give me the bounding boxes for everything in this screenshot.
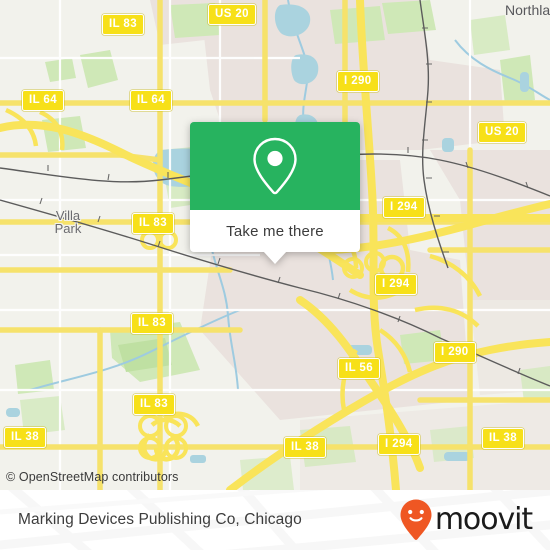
popup-header	[190, 122, 360, 210]
moovit-logo[interactable]: moovit	[399, 498, 533, 542]
footer-bar: Marking Devices Publishing Co, Chicago m…	[0, 490, 550, 550]
shield-il-56: IL 56	[338, 358, 380, 379]
shield-il-83-bottom: IL 83	[133, 394, 175, 415]
moovit-smiley-pin-icon	[400, 499, 432, 540]
osm-attribution[interactable]: © OpenStreetMap contributors	[6, 470, 179, 484]
shield-us-20-top: US 20	[208, 4, 256, 25]
shield-il-64-west: IL 64	[22, 90, 64, 111]
shield-il-64-east: IL 64	[130, 90, 172, 111]
shield-il-83-lower: IL 83	[131, 313, 173, 334]
shield-il-38-mid: IL 38	[284, 437, 326, 458]
moovit-wordmark: moovit	[434, 502, 533, 537]
page-title: Marking Devices Publishing Co, Chicago	[18, 511, 302, 528]
shield-i-290-top: I 290	[337, 71, 379, 92]
take-me-there-label: Take me there	[226, 222, 324, 240]
location-pin-icon	[253, 137, 297, 195]
shield-us-20-right: US 20	[478, 122, 526, 143]
shield-i-294-upper: I 294	[383, 197, 425, 218]
take-me-there-button[interactable]: Take me there	[190, 210, 360, 252]
shield-il-38-left: IL 38	[4, 427, 46, 448]
popup-tail-pointer	[263, 251, 287, 264]
shield-i-294-bottom: I 294	[378, 434, 420, 455]
shield-i-294-mid: I 294	[375, 274, 417, 295]
shield-il-83-north: IL 83	[102, 14, 144, 35]
shield-il-83-mid: IL 83	[132, 213, 174, 234]
map-canvas[interactable]: Villa Park Northla IL 83 US 20 I 290 IL 6…	[0, 0, 550, 490]
shield-i-290-lower: I 290	[434, 342, 476, 363]
moovit-map-screenshot: Villa Park Northla IL 83 US 20 I 290 IL 6…	[0, 0, 550, 550]
location-popup[interactable]: Take me there	[190, 122, 360, 264]
shield-il-38-right: IL 38	[482, 428, 524, 449]
